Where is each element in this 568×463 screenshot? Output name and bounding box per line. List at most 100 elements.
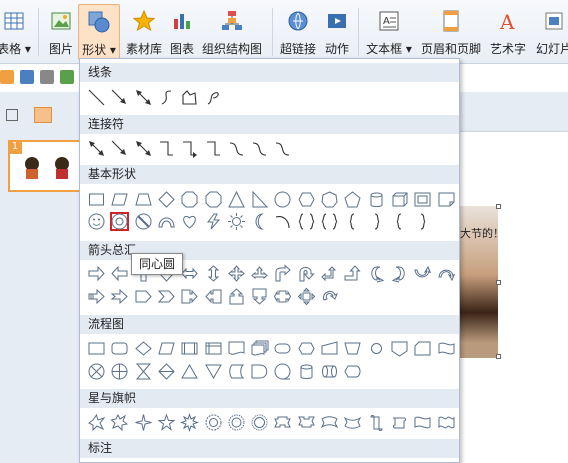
shape-term[interactable] — [273, 339, 292, 358]
slide-button[interactable]: 幻灯片 — [532, 4, 568, 60]
shape-ribd[interactable] — [297, 413, 316, 432]
shape-scrv[interactable] — [367, 413, 386, 432]
chart-button[interactable]: 图表 — [166, 4, 198, 60]
shape-curvU[interactable] — [413, 264, 432, 283]
shape-quad[interactable] — [227, 264, 246, 283]
open-icon[interactable] — [0, 70, 14, 84]
shape-wave[interactable] — [413, 413, 432, 432]
shape-heart[interactable] — [180, 212, 199, 231]
shape-bentup[interactable] — [343, 264, 362, 283]
shape-pent[interactable] — [343, 190, 362, 209]
textbox-button[interactable]: A 文本框 ▾ — [364, 4, 414, 60]
shape-lup[interactable] — [320, 264, 339, 283]
shape-fp[interactable] — [180, 88, 199, 107]
shape-ud[interactable] — [204, 264, 223, 283]
shape-lr[interactable] — [180, 264, 199, 283]
shape-cu[interactable] — [273, 139, 292, 158]
shape-mdoc[interactable] — [250, 339, 269, 358]
shape-man[interactable] — [320, 339, 339, 358]
shape-ar[interactable] — [110, 88, 129, 107]
shape-da[interactable] — [134, 139, 153, 158]
shape-rib[interactable] — [273, 413, 292, 432]
shape-rbrk[interactable] — [413, 212, 432, 231]
shape-donut[interactable] — [110, 212, 130, 231]
resize-handle[interactable] — [496, 280, 501, 285]
preview-icon[interactable] — [60, 70, 74, 84]
shape-qcall[interactable] — [297, 287, 316, 306]
shape-prep[interactable] — [297, 339, 316, 358]
shape-el[interactable] — [204, 139, 223, 158]
shape-merge[interactable] — [204, 362, 223, 381]
shape-ra[interactable] — [87, 264, 106, 283]
shape-conn[interactable] — [367, 339, 386, 358]
shape-el[interactable] — [157, 139, 176, 158]
shape-da[interactable] — [87, 139, 106, 158]
shape-dbrk[interactable] — [297, 212, 316, 231]
wordart-button[interactable]: A 艺术字 — [488, 4, 528, 60]
shape-hex[interactable] — [297, 190, 316, 209]
shape-disk[interactable] — [297, 362, 316, 381]
outline-tab-icon[interactable] — [6, 109, 18, 121]
shape-sumj[interactable] — [87, 362, 106, 381]
shape-ucall[interactable] — [227, 287, 246, 306]
shape-dbrk[interactable] — [320, 212, 339, 231]
shape-sdata[interactable] — [227, 362, 246, 381]
shape-scrh[interactable] — [390, 413, 409, 432]
shape-istor[interactable] — [204, 339, 223, 358]
shape-or[interactable] — [110, 362, 129, 381]
shape-s8[interactable] — [180, 412, 200, 433]
shape-dcall[interactable] — [250, 287, 269, 306]
shape-oct[interactable] — [180, 190, 199, 209]
shape-ar[interactable] — [110, 139, 129, 158]
shape-coll[interactable] — [134, 362, 153, 381]
shape-doc[interactable] — [227, 339, 246, 358]
shape-s24[interactable] — [227, 413, 246, 432]
material-library-button[interactable]: 素材库 — [124, 4, 164, 60]
shape-circA[interactable] — [320, 287, 339, 306]
shape-arc[interactable] — [273, 212, 292, 231]
shape-rcall[interactable] — [180, 287, 199, 306]
shape-cyl[interactable] — [367, 190, 386, 209]
shape-s5[interactable] — [157, 413, 176, 432]
shape-curvR[interactable] — [367, 264, 386, 283]
shape-frame[interactable] — [413, 190, 432, 209]
shape-smile[interactable] — [87, 212, 106, 231]
shape-dwave[interactable] — [437, 413, 456, 432]
resize-handle[interactable] — [496, 354, 501, 359]
shape-seq[interactable] — [273, 362, 292, 381]
shape-para[interactable] — [110, 190, 129, 209]
shape-tape[interactable] — [437, 339, 456, 358]
print-icon[interactable] — [40, 70, 54, 84]
shape-mop[interactable] — [343, 339, 362, 358]
shape-cu[interactable] — [227, 139, 246, 158]
shape-off[interactable] — [390, 339, 409, 358]
shape-drum[interactable] — [320, 362, 339, 381]
shape-tri[interactable] — [227, 190, 246, 209]
shape-sc[interactable] — [204, 88, 223, 107]
shape-curvD[interactable] — [437, 264, 456, 283]
shape-da[interactable] — [134, 88, 153, 107]
shape-pentA[interactable] — [134, 287, 153, 306]
shape-chev[interactable] — [157, 287, 176, 306]
action-button[interactable]: 动作 — [322, 4, 352, 60]
shape-cribu[interactable] — [320, 413, 339, 432]
shape-tri3[interactable] — [250, 264, 269, 283]
shape-rbrk[interactable] — [367, 212, 386, 231]
shape-card[interactable] — [413, 339, 432, 358]
slides-tab-icon[interactable] — [34, 107, 52, 123]
shape-s16[interactable] — [204, 413, 223, 432]
table-button[interactable]: 表格 ▾ — [0, 4, 34, 60]
shape-str[interactable] — [87, 287, 106, 306]
shape-dia[interactable] — [157, 190, 176, 209]
shape-bent[interactable] — [273, 264, 292, 283]
shape-exp[interactable] — [87, 413, 106, 432]
shape-circ[interactable] — [273, 190, 292, 209]
shape-ext[interactable] — [180, 362, 199, 381]
shape-exp2[interactable] — [110, 413, 129, 432]
shape-rtri[interactable] — [250, 190, 269, 209]
shape-sort[interactable] — [157, 362, 176, 381]
shape-bolt[interactable] — [204, 212, 223, 231]
header-footer-button[interactable]: 页眉和页脚 — [418, 4, 484, 60]
hyperlink-button[interactable]: 超链接 — [278, 4, 318, 60]
shape-moon[interactable] — [250, 212, 269, 231]
